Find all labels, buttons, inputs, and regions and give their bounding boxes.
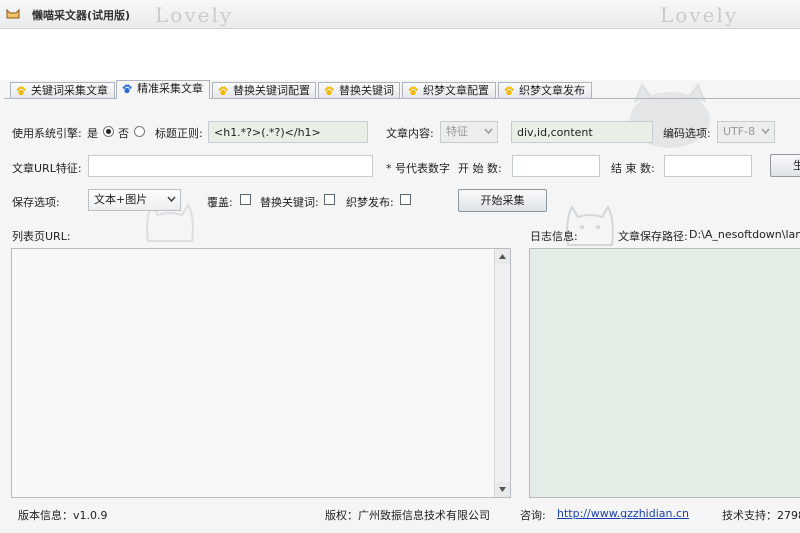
- watermark-text: Lovely: [155, 3, 234, 27]
- tab-replace-keyword-config[interactable]: 替换关键词配置: [212, 82, 316, 98]
- support-info: 技术支持：2798: [722, 509, 800, 522]
- tab-dede-publish[interactable]: 织梦文章发布: [498, 82, 592, 98]
- replace-keyword-checkbox[interactable]: [324, 194, 335, 205]
- paw-icon: [504, 86, 514, 96]
- end-num-label: 结 束 数:: [611, 162, 655, 175]
- paw-icon: [324, 86, 334, 96]
- chevron-down-icon: [484, 128, 493, 135]
- encoding-label: 编码选项:: [663, 127, 711, 140]
- star-note-label: * 号代表数字: [386, 162, 450, 175]
- tab-label: 替换关键词: [339, 84, 394, 97]
- paw-icon: [16, 86, 26, 96]
- tab-label: 织梦文章发布: [519, 84, 585, 97]
- tab-label: 精准采集文章: [137, 82, 203, 95]
- paw-icon: [408, 86, 418, 96]
- content-label: 文章内容:: [386, 127, 434, 140]
- scroll-up-button[interactable]: [495, 249, 510, 264]
- title-bar: 懒喵采文器(试用版) Lovely Lovely: [0, 0, 800, 29]
- arrow-up-icon: [499, 254, 506, 259]
- content-mode-select[interactable]: 特征: [440, 121, 498, 143]
- log-label: 日志信息:: [530, 230, 578, 243]
- watermark-text: Lovely: [660, 3, 739, 27]
- start-collect-label: 开始采集: [480, 194, 525, 207]
- copyright-info: 版权：广州致振信息技术有限公司: [325, 509, 490, 522]
- status-bar: 版本信息：v1.0.9 版权：广州致振信息技术有限公司 咨询: http://w…: [0, 500, 800, 533]
- tab-label: 替换关键词配置: [233, 84, 310, 97]
- title-regex-input[interactable]: [208, 121, 368, 143]
- log-textarea[interactable]: [529, 248, 800, 498]
- tab-dede-config[interactable]: 织梦文章配置: [402, 82, 496, 98]
- engine-no-radio[interactable]: [134, 126, 145, 137]
- chevron-down-icon: [761, 128, 770, 135]
- vertical-scrollbar[interactable]: [494, 249, 510, 497]
- consult-label: 咨询:: [520, 509, 546, 522]
- tab-label: 关键词采集文章: [31, 84, 108, 97]
- overwrite-label: 覆盖:: [207, 196, 233, 209]
- save-option-select[interactable]: 文本+图片: [88, 189, 181, 211]
- save-path-value: D:\A_nesoftdown\lan: [689, 228, 800, 241]
- start-num-input[interactable]: [512, 155, 600, 177]
- engine-yes-radio[interactable]: [103, 126, 114, 137]
- cat-app-icon: [6, 8, 20, 19]
- title-regex-label: 标题正则:: [155, 127, 203, 140]
- end-num-input[interactable]: [664, 155, 752, 177]
- generate-button[interactable]: 生: [770, 154, 800, 177]
- use-engine-label: 使用系统引擎:: [12, 127, 82, 140]
- version-info: 版本信息：v1.0.9: [18, 509, 108, 522]
- paw-icon: [218, 86, 228, 96]
- tab-strip: 关键词采集文章 精准采集文章 替换关键词配置 替换关键词 织梦文章配置 织梦文章…: [0, 80, 800, 99]
- tab-replace-keyword[interactable]: 替换关键词: [318, 82, 400, 98]
- dede-publish-label: 织梦发布:: [346, 196, 394, 209]
- start-collect-button[interactable]: 开始采集: [458, 189, 547, 212]
- url-feature-input[interactable]: [88, 155, 373, 177]
- tab-label: 织梦文章配置: [423, 84, 489, 97]
- encoding-select[interactable]: UTF-8: [717, 121, 775, 143]
- scroll-down-button[interactable]: [495, 482, 510, 497]
- header-banner: [0, 29, 800, 80]
- paw-icon: [122, 84, 132, 94]
- chevron-down-icon: [167, 196, 176, 203]
- window-title: 懒喵采文器(试用版): [32, 9, 131, 22]
- dede-publish-checkbox[interactable]: [400, 194, 411, 205]
- arrow-down-icon: [499, 487, 506, 492]
- start-num-label: 开 始 数:: [458, 162, 502, 175]
- content-mode-value: 特征: [446, 125, 468, 138]
- content-feature-input[interactable]: [511, 121, 653, 143]
- tab-precise-collect[interactable]: 精准采集文章: [116, 80, 210, 99]
- consult-link[interactable]: http://www.gzzhidian.cn: [557, 507, 689, 520]
- engine-no-label: 否: [118, 127, 129, 140]
- save-option-value: 文本+图片: [94, 193, 148, 206]
- list-url-textarea[interactable]: [11, 248, 511, 498]
- replace-keyword-label: 替换关键词:: [260, 196, 319, 209]
- list-url-label: 列表页URL:: [12, 230, 71, 243]
- save-option-label: 保存选项:: [12, 196, 60, 209]
- overwrite-checkbox[interactable]: [240, 194, 251, 205]
- save-path-label: 文章保存路径:: [618, 230, 688, 243]
- generate-button-label: 生: [793, 159, 800, 172]
- tab-keyword-collect[interactable]: 关键词采集文章: [10, 82, 115, 98]
- url-feature-label: 文章URL特征:: [12, 162, 82, 175]
- encoding-value: UTF-8: [723, 125, 756, 138]
- engine-yes-label: 是: [87, 127, 98, 140]
